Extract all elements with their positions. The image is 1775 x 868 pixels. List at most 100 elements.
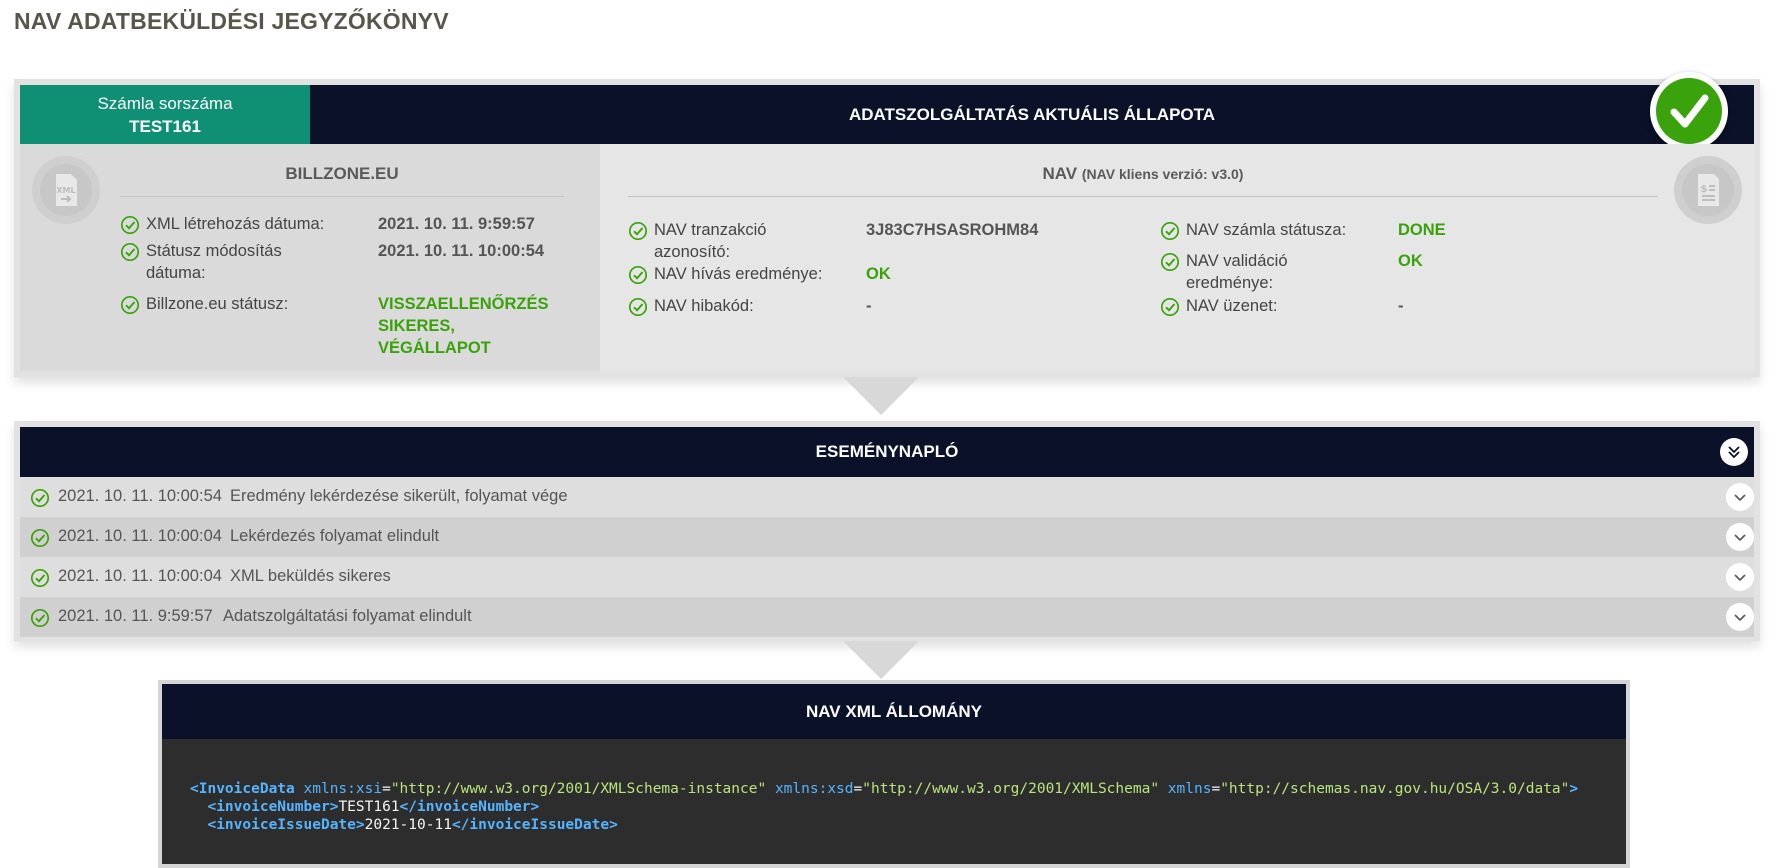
billzone-status-row: Billzone.eu státusz: VISSZAELLENŐRZÉS SI… <box>120 293 560 357</box>
connector-arrow <box>843 377 919 415</box>
check-circle-icon <box>1160 252 1180 272</box>
expand-event-button[interactable] <box>1726 483 1754 511</box>
nav-client-version: (NAV kliens verzió: v3.0) <box>1081 166 1244 182</box>
check-circle-icon <box>628 297 648 317</box>
success-check-icon <box>1650 72 1728 150</box>
xml-attr-value: "http://www.w3.org/2001/XMLSchema-instan… <box>390 781 767 797</box>
nav-message-label: NAV üzenet: <box>1186 297 1278 315</box>
nav-call-result-label: NAV hívás eredménye: <box>654 265 823 283</box>
status-title: ADATSZOLGÁLTATÁS AKTUÁLIS ÁLLAPOTA <box>848 105 1216 124</box>
connector-arrow <box>843 641 919 679</box>
nav-error-code-label: NAV hibakód: <box>654 297 754 315</box>
xml-line-issue-date: <invoiceIssueDate>2021-10-11</invoiceIss… <box>207 817 618 833</box>
xml-root-tag: InvoiceData <box>198 781 295 797</box>
check-circle-icon <box>1160 297 1180 317</box>
event-log-header: ESEMÉNYNAPLÓ <box>20 427 1754 477</box>
nav-validation-label-line2: eredménye: <box>1186 274 1274 292</box>
nav-title: NAV (NAV kliens verzió: v3.0) <box>628 164 1658 184</box>
event-message: Eredmény lekérdezése sikerült, folyamat … <box>230 487 568 505</box>
billzone-divider <box>120 196 564 197</box>
xml-header: NAV XML ÁLLOMÁNY <box>162 684 1626 739</box>
nav-transaction-value: 3J83C7HSASROHM84 <box>866 221 1039 239</box>
check-circle-icon <box>628 265 648 285</box>
event-time: 2021. 10. 11. 10:00:54 <box>58 487 222 505</box>
xml-attr-name: xmlns <box>1167 781 1212 797</box>
collapse-all-button[interactable] <box>1720 438 1748 466</box>
expand-event-button[interactable] <box>1726 563 1754 591</box>
chevron-down-icon <box>1734 614 1746 622</box>
status-modified-row: Státusz módosítás dátuma: 2021. 10. 11. … <box>120 240 560 284</box>
event-log-title: ESEMÉNYNAPLÓ <box>815 442 959 461</box>
nav-error-code-value: - <box>866 297 872 315</box>
xml-attr-name: xmlns:xsd <box>774 781 854 797</box>
xml-card: NAV XML ÁLLOMÁNY <InvoiceData xmlns:xsi=… <box>158 680 1630 868</box>
nav-message-value: - <box>1398 297 1404 315</box>
event-message: Lekérdezés folyamat elindult <box>230 527 440 545</box>
event-row[interactable]: 2021. 10. 11. 10:00:54 Eredmény lekérdez… <box>20 477 1754 517</box>
double-chevron-down-icon <box>1728 446 1740 459</box>
xml-attr-value: "http://www.w3.org/2001/XMLSchema" <box>862 781 1160 797</box>
xml-created-value: 2021. 10. 11. 9:59:57 <box>378 215 535 233</box>
nav-invoice-status-value: DONE <box>1398 221 1446 239</box>
event-message: Adatszolgáltatási folyamat elindult <box>223 607 472 625</box>
check-circle-icon <box>120 295 140 315</box>
status-modified-value: 2021. 10. 11. 10:00:54 <box>378 242 545 260</box>
nav-invoice-status-label: NAV számla státusza: <box>1186 221 1347 239</box>
expand-event-button[interactable] <box>1726 523 1754 551</box>
chevron-down-icon <box>1734 534 1746 542</box>
svg-text:$: $ <box>1701 184 1708 195</box>
nav-transaction-row: NAV tranzakció azonosító: 3J83C7HSASROHM… <box>628 219 1088 263</box>
svg-text:XML: XML <box>56 186 75 195</box>
status-card: Számla sorszáma TEST161 ADATSZOLGÁLTATÁS… <box>14 72 1760 377</box>
billzone-status-label: Billzone.eu státusz: <box>146 295 289 313</box>
event-time: 2021. 10. 11. 9:59:57 <box>58 607 213 625</box>
xml-title: NAV XML ÁLLOMÁNY <box>806 702 982 721</box>
expand-event-button[interactable] <box>1726 603 1754 631</box>
xml-text: 2021-10-11 <box>364 817 452 833</box>
status-modified-label-line1: Státusz módosítás <box>146 242 282 260</box>
xml-tag: invoiceIssueDate <box>469 817 610 833</box>
xml-text: TEST161 <box>338 799 400 815</box>
nav-transaction-label-line2: azonosító: <box>654 243 731 261</box>
xml-tag: invoiceIssueDate <box>216 817 356 833</box>
nav-title-text: NAV <box>1042 164 1078 183</box>
chevron-down-icon <box>1734 494 1746 502</box>
billzone-status-value-line2: SIKERES, VÉGÁLLAPOT <box>378 317 491 357</box>
xml-attr-name: xmlns:xsi <box>303 781 383 797</box>
chevron-down-icon <box>1734 574 1746 582</box>
check-circle-icon <box>30 608 50 628</box>
xml-line-invoice-number: <invoiceNumber>TEST161</invoiceNumber> <box>207 799 540 815</box>
event-row[interactable]: 2021. 10. 11. 10:00:04 XML beküldés sike… <box>20 557 1754 597</box>
billzone-title: BILLZONE.EU <box>285 164 399 183</box>
event-time: 2021. 10. 11. 10:00:04 <box>58 527 222 545</box>
check-circle-icon <box>628 221 648 241</box>
billzone-panel: XML BILLZONE.EU XML létrehozás dátuma: 2… <box>20 144 600 371</box>
nav-validation-value: OK <box>1398 252 1423 270</box>
xml-tag: invoiceNumber <box>216 799 330 815</box>
check-circle-icon <box>1160 221 1180 241</box>
xml-line-root: <InvoiceData xmlns:xsi="http://www.w3.or… <box>190 781 1579 797</box>
billzone-status-value-line1: VISSZAELLENŐRZÉS <box>378 295 549 313</box>
check-circle-icon <box>30 528 50 548</box>
event-log-card: ESEMÉNYNAPLÓ 2021. 10. 11. 10:00:54 Ered… <box>14 421 1760 641</box>
xml-attr-value: "http://schemas.nav.gov.hu/OSA/3.0/data" <box>1220 781 1570 797</box>
check-circle-icon <box>120 242 140 262</box>
xml-created-label: XML létrehozás dátuma: <box>146 215 325 233</box>
invoice-number-block: Számla sorszáma TEST161 <box>20 85 310 144</box>
event-time: 2021. 10. 11. 10:00:04 <box>58 567 222 585</box>
event-row[interactable]: 2021. 10. 11. 9:59:57 Adatszolgáltatási … <box>20 597 1754 637</box>
status-modified-label-line2: dátuma: <box>146 264 206 282</box>
xml-tag: invoiceNumber <box>417 799 531 815</box>
check-circle-icon <box>30 488 50 508</box>
page-title: NAV ADATBEKÜLDÉSI JEGYZŐKÖNYV <box>14 8 449 34</box>
invoice-number-label: Számla sorszáma <box>97 94 233 113</box>
xml-code-view[interactable]: <InvoiceData xmlns:xsi="http://www.w3.or… <box>162 739 1626 864</box>
nav-validation-row: NAV validáció eredménye: OK <box>1160 250 1620 294</box>
nav-panel: NAV (NAV kliens verzió: v3.0) $ NAV tran… <box>600 144 1754 371</box>
event-row[interactable]: 2021. 10. 11. 10:00:04 Lekérdezés folyam… <box>20 517 1754 557</box>
status-card-header: Számla sorszáma TEST161 ADATSZOLGÁLTATÁS… <box>20 85 1754 144</box>
nav-call-result-value: OK <box>866 265 891 283</box>
invoice-document-icon: $ <box>1674 156 1742 224</box>
check-circle-icon <box>120 215 140 235</box>
event-message: XML beküldés sikeres <box>230 567 391 585</box>
